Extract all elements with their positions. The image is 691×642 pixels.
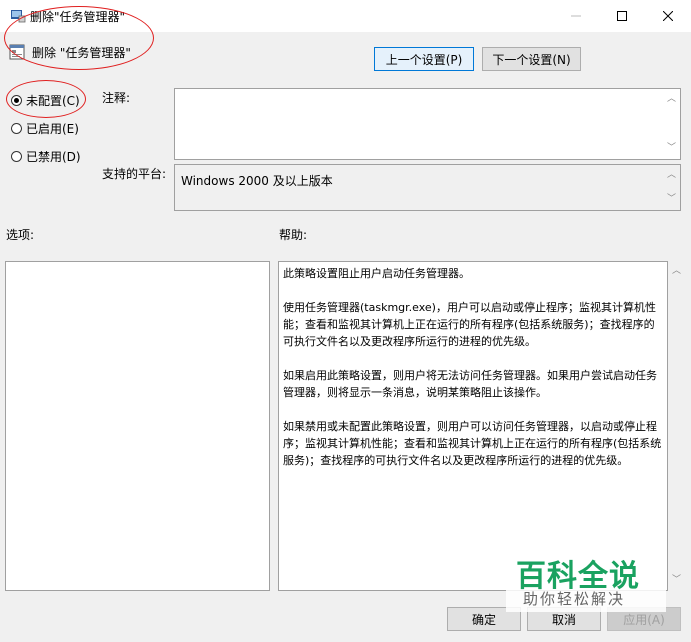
maximize-icon (617, 11, 627, 21)
minimize-icon (571, 15, 581, 17)
chevron-down-icon[interactable]: ﹀ (667, 195, 676, 204)
chevron-up-icon[interactable]: ︿ (667, 95, 676, 104)
radio-disabled[interactable]: 已禁用(D) (11, 148, 81, 165)
options-panel (5, 261, 270, 591)
watermark-subtitle: 助你轻松解决 (523, 590, 626, 608)
comment-scrollbar[interactable]: ︿ ﹀ (663, 89, 680, 159)
radio-indicator[interactable] (11, 151, 22, 162)
close-icon (663, 11, 673, 21)
platform-value: Windows 2000 及以上版本 (181, 174, 333, 188)
comment-textarea[interactable]: ︿ ﹀ (174, 88, 681, 160)
help-panel: 此策略设置阻止用户启动任务管理器。 使用任务管理器(taskmgr.exe)，用… (278, 261, 668, 591)
chevron-up-icon[interactable]: ︿ (667, 171, 676, 180)
next-setting-button[interactable]: 下一个设置(N) (482, 47, 581, 71)
platform-field: Windows 2000 及以上版本 ︿ ﹀ (174, 164, 681, 211)
close-button[interactable] (645, 0, 691, 32)
watermark: 百科全说 助你轻松解决 (506, 548, 666, 612)
radio-indicator[interactable] (11, 123, 22, 134)
platform-scrollbar[interactable]: ︿ ﹀ (663, 165, 680, 210)
annotation-ellipse-title (4, 6, 154, 70)
comment-label: 注释: (102, 91, 131, 105)
help-text: 此策略设置阻止用户启动任务管理器。 使用任务管理器(taskmgr.exe)，用… (283, 267, 662, 467)
radio-enabled[interactable]: 已启用(E) (11, 120, 79, 137)
help-scrollbar[interactable]: ︿ ﹀ (668, 261, 685, 591)
chevron-down-icon[interactable]: ﹀ (672, 576, 681, 585)
previous-setting-button[interactable]: 上一个设置(P) (374, 47, 474, 71)
annotation-ellipse-radio (6, 80, 86, 118)
minimize-button[interactable] (553, 0, 599, 32)
options-label: 选项: (6, 228, 35, 242)
maximize-button[interactable] (599, 0, 645, 32)
radio-label: 已禁用(D) (26, 150, 81, 164)
help-label: 帮助: (279, 228, 308, 242)
platform-label: 支持的平台: (102, 167, 167, 181)
radio-label: 已启用(E) (26, 122, 79, 136)
chevron-up-icon[interactable]: ︿ (672, 267, 681, 276)
chevron-down-icon[interactable]: ﹀ (667, 144, 676, 153)
